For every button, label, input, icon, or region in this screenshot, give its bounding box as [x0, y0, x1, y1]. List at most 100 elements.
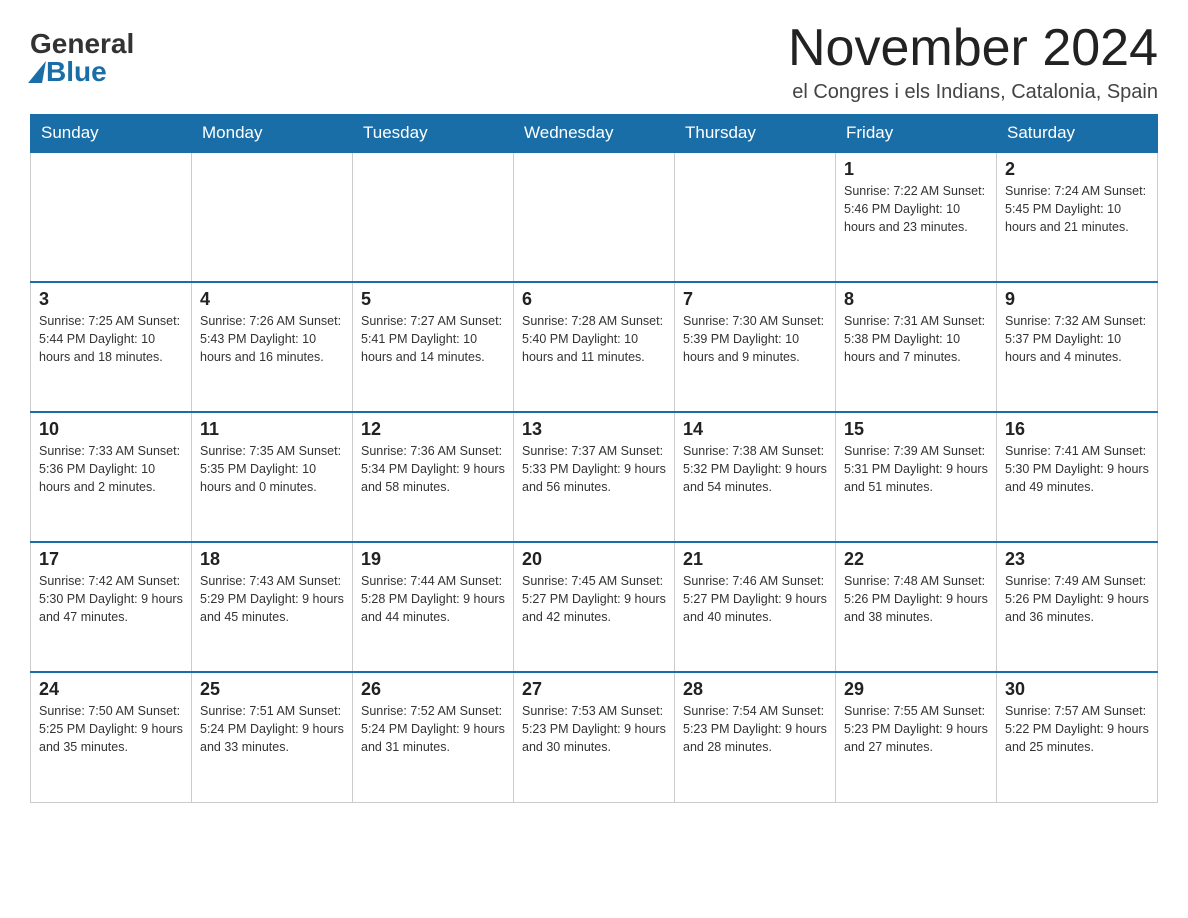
- calendar-cell: 5Sunrise: 7:27 AM Sunset: 5:41 PM Daylig…: [353, 282, 514, 412]
- day-info: Sunrise: 7:38 AM Sunset: 5:32 PM Dayligh…: [683, 442, 827, 496]
- calendar-header-row: SundayMondayTuesdayWednesdayThursdayFrid…: [31, 115, 1158, 153]
- col-header-friday: Friday: [836, 115, 997, 153]
- day-info: Sunrise: 7:52 AM Sunset: 5:24 PM Dayligh…: [361, 702, 505, 756]
- calendar-cell: [31, 152, 192, 282]
- calendar-cell: 2Sunrise: 7:24 AM Sunset: 5:45 PM Daylig…: [997, 152, 1158, 282]
- col-header-sunday: Sunday: [31, 115, 192, 153]
- day-number: 30: [1005, 679, 1149, 700]
- day-info: Sunrise: 7:33 AM Sunset: 5:36 PM Dayligh…: [39, 442, 183, 496]
- day-number: 4: [200, 289, 344, 310]
- calendar-cell: 1Sunrise: 7:22 AM Sunset: 5:46 PM Daylig…: [836, 152, 997, 282]
- calendar-cell: [353, 152, 514, 282]
- calendar-cell: 22Sunrise: 7:48 AM Sunset: 5:26 PM Dayli…: [836, 542, 997, 672]
- calendar-cell: 21Sunrise: 7:46 AM Sunset: 5:27 PM Dayli…: [675, 542, 836, 672]
- calendar-cell: 7Sunrise: 7:30 AM Sunset: 5:39 PM Daylig…: [675, 282, 836, 412]
- calendar-cell: 20Sunrise: 7:45 AM Sunset: 5:27 PM Dayli…: [514, 542, 675, 672]
- day-number: 3: [39, 289, 183, 310]
- day-info: Sunrise: 7:28 AM Sunset: 5:40 PM Dayligh…: [522, 312, 666, 366]
- week-row-2: 3Sunrise: 7:25 AM Sunset: 5:44 PM Daylig…: [31, 282, 1158, 412]
- day-info: Sunrise: 7:27 AM Sunset: 5:41 PM Dayligh…: [361, 312, 505, 366]
- calendar-cell: 29Sunrise: 7:55 AM Sunset: 5:23 PM Dayli…: [836, 672, 997, 802]
- day-info: Sunrise: 7:30 AM Sunset: 5:39 PM Dayligh…: [683, 312, 827, 366]
- day-number: 29: [844, 679, 988, 700]
- day-number: 28: [683, 679, 827, 700]
- title-area: November 2024 el Congres i els Indians, …: [788, 20, 1158, 104]
- calendar-cell: 27Sunrise: 7:53 AM Sunset: 5:23 PM Dayli…: [514, 672, 675, 802]
- day-number: 13: [522, 419, 666, 440]
- calendar-cell: 9Sunrise: 7:32 AM Sunset: 5:37 PM Daylig…: [997, 282, 1158, 412]
- col-header-monday: Monday: [192, 115, 353, 153]
- col-header-tuesday: Tuesday: [353, 115, 514, 153]
- calendar-cell: 25Sunrise: 7:51 AM Sunset: 5:24 PM Dayli…: [192, 672, 353, 802]
- day-info: Sunrise: 7:32 AM Sunset: 5:37 PM Dayligh…: [1005, 312, 1149, 366]
- day-info: Sunrise: 7:31 AM Sunset: 5:38 PM Dayligh…: [844, 312, 988, 366]
- logo-blue-text: Blue: [30, 58, 107, 86]
- week-row-3: 10Sunrise: 7:33 AM Sunset: 5:36 PM Dayli…: [31, 412, 1158, 542]
- day-number: 26: [361, 679, 505, 700]
- day-info: Sunrise: 7:24 AM Sunset: 5:45 PM Dayligh…: [1005, 182, 1149, 236]
- calendar-cell: [675, 152, 836, 282]
- calendar-cell: 24Sunrise: 7:50 AM Sunset: 5:25 PM Dayli…: [31, 672, 192, 802]
- week-row-5: 24Sunrise: 7:50 AM Sunset: 5:25 PM Dayli…: [31, 672, 1158, 802]
- day-number: 21: [683, 549, 827, 570]
- day-info: Sunrise: 7:50 AM Sunset: 5:25 PM Dayligh…: [39, 702, 183, 756]
- day-number: 2: [1005, 159, 1149, 180]
- calendar-table: SundayMondayTuesdayWednesdayThursdayFrid…: [30, 114, 1158, 803]
- calendar-cell: 11Sunrise: 7:35 AM Sunset: 5:35 PM Dayli…: [192, 412, 353, 542]
- day-info: Sunrise: 7:49 AM Sunset: 5:26 PM Dayligh…: [1005, 572, 1149, 626]
- calendar-cell: 8Sunrise: 7:31 AM Sunset: 5:38 PM Daylig…: [836, 282, 997, 412]
- day-info: Sunrise: 7:45 AM Sunset: 5:27 PM Dayligh…: [522, 572, 666, 626]
- day-number: 9: [1005, 289, 1149, 310]
- col-header-saturday: Saturday: [997, 115, 1158, 153]
- calendar-cell: 23Sunrise: 7:49 AM Sunset: 5:26 PM Dayli…: [997, 542, 1158, 672]
- logo-triangle-icon: [28, 61, 46, 83]
- day-info: Sunrise: 7:57 AM Sunset: 5:22 PM Dayligh…: [1005, 702, 1149, 756]
- logo: General Blue: [30, 30, 134, 86]
- day-number: 1: [844, 159, 988, 180]
- day-number: 27: [522, 679, 666, 700]
- day-number: 24: [39, 679, 183, 700]
- day-info: Sunrise: 7:39 AM Sunset: 5:31 PM Dayligh…: [844, 442, 988, 496]
- day-info: Sunrise: 7:36 AM Sunset: 5:34 PM Dayligh…: [361, 442, 505, 496]
- calendar-cell: 15Sunrise: 7:39 AM Sunset: 5:31 PM Dayli…: [836, 412, 997, 542]
- calendar-cell: 13Sunrise: 7:37 AM Sunset: 5:33 PM Dayli…: [514, 412, 675, 542]
- day-info: Sunrise: 7:43 AM Sunset: 5:29 PM Dayligh…: [200, 572, 344, 626]
- day-number: 15: [844, 419, 988, 440]
- day-info: Sunrise: 7:25 AM Sunset: 5:44 PM Dayligh…: [39, 312, 183, 366]
- day-number: 8: [844, 289, 988, 310]
- week-row-1: 1Sunrise: 7:22 AM Sunset: 5:46 PM Daylig…: [31, 152, 1158, 282]
- day-info: Sunrise: 7:46 AM Sunset: 5:27 PM Dayligh…: [683, 572, 827, 626]
- calendar-cell: 3Sunrise: 7:25 AM Sunset: 5:44 PM Daylig…: [31, 282, 192, 412]
- day-info: Sunrise: 7:37 AM Sunset: 5:33 PM Dayligh…: [522, 442, 666, 496]
- col-header-wednesday: Wednesday: [514, 115, 675, 153]
- day-number: 23: [1005, 549, 1149, 570]
- calendar-cell: 18Sunrise: 7:43 AM Sunset: 5:29 PM Dayli…: [192, 542, 353, 672]
- calendar-cell: 4Sunrise: 7:26 AM Sunset: 5:43 PM Daylig…: [192, 282, 353, 412]
- day-info: Sunrise: 7:54 AM Sunset: 5:23 PM Dayligh…: [683, 702, 827, 756]
- day-info: Sunrise: 7:55 AM Sunset: 5:23 PM Dayligh…: [844, 702, 988, 756]
- calendar-cell: 10Sunrise: 7:33 AM Sunset: 5:36 PM Dayli…: [31, 412, 192, 542]
- day-number: 17: [39, 549, 183, 570]
- day-info: Sunrise: 7:44 AM Sunset: 5:28 PM Dayligh…: [361, 572, 505, 626]
- calendar-cell: 14Sunrise: 7:38 AM Sunset: 5:32 PM Dayli…: [675, 412, 836, 542]
- day-number: 19: [361, 549, 505, 570]
- day-info: Sunrise: 7:48 AM Sunset: 5:26 PM Dayligh…: [844, 572, 988, 626]
- day-number: 16: [1005, 419, 1149, 440]
- day-number: 7: [683, 289, 827, 310]
- calendar-cell: 30Sunrise: 7:57 AM Sunset: 5:22 PM Dayli…: [997, 672, 1158, 802]
- col-header-thursday: Thursday: [675, 115, 836, 153]
- day-info: Sunrise: 7:51 AM Sunset: 5:24 PM Dayligh…: [200, 702, 344, 756]
- day-number: 11: [200, 419, 344, 440]
- page-header: General Blue November 2024 el Congres i …: [30, 20, 1158, 104]
- calendar-cell: 19Sunrise: 7:44 AM Sunset: 5:28 PM Dayli…: [353, 542, 514, 672]
- day-info: Sunrise: 7:26 AM Sunset: 5:43 PM Dayligh…: [200, 312, 344, 366]
- logo-general-text: General: [30, 30, 134, 58]
- day-number: 18: [200, 549, 344, 570]
- calendar-cell: [514, 152, 675, 282]
- day-info: Sunrise: 7:53 AM Sunset: 5:23 PM Dayligh…: [522, 702, 666, 756]
- day-info: Sunrise: 7:22 AM Sunset: 5:46 PM Dayligh…: [844, 182, 988, 236]
- day-info: Sunrise: 7:42 AM Sunset: 5:30 PM Dayligh…: [39, 572, 183, 626]
- month-title: November 2024: [788, 20, 1158, 77]
- calendar-cell: 12Sunrise: 7:36 AM Sunset: 5:34 PM Dayli…: [353, 412, 514, 542]
- calendar-cell: 16Sunrise: 7:41 AM Sunset: 5:30 PM Dayli…: [997, 412, 1158, 542]
